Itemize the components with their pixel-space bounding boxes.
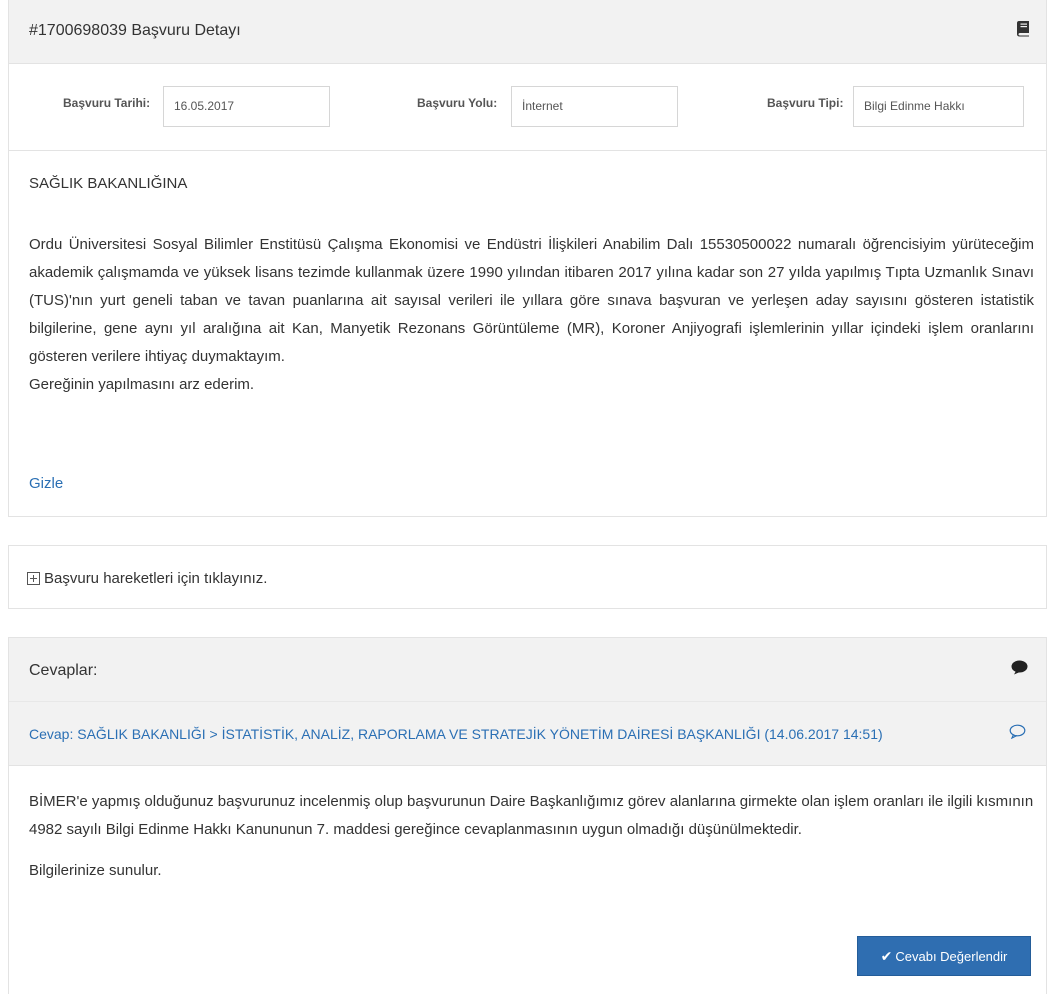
application-text: Ordu Üniversitesi Sosyal Bilimler Enstit… <box>29 231 1034 399</box>
response-content: BİMER'e yapmış olduğunuz başvurunuz ince… <box>9 766 1046 994</box>
application-closing: Gereğinin yapılmasını arz ederim. <box>29 376 255 393</box>
response-closing: Bilgilerinize sunulur. <box>29 862 162 879</box>
application-date-field[interactable]: 16.05.2017 <box>163 86 330 127</box>
movements-label: Başvuru hareketleri için tıklayınız. <box>44 570 268 587</box>
application-type-field[interactable]: Bilgi Edinme Hakkı <box>853 86 1024 127</box>
comment-icon <box>1011 660 1028 675</box>
hide-link[interactable]: Gizle <box>29 475 63 492</box>
application-type-label: Başvuru Tipi: <box>767 96 844 110</box>
application-channel-field[interactable]: İnternet <box>511 86 678 127</box>
book-icon <box>1017 21 1029 37</box>
evaluate-answer-label: Cevabı Değerlendir <box>895 948 1008 964</box>
response-text: BİMER'e yapmış olduğunuz başvurunuz ince… <box>29 793 1034 838</box>
detail-header: #1700698039 Başvuru Detayı <box>9 0 1046 64</box>
movements-toggle[interactable]: Başvuru hareketleri için tıklayınız. <box>27 570 267 587</box>
response-link[interactable]: Cevap: SAĞLIK BAKANLIĞI > İSTATİSTİK, AN… <box>29 726 883 742</box>
movements-panel: Başvuru hareketleri için tıklayınız. <box>8 545 1047 609</box>
application-date-label: Başvuru Tarihi: <box>63 96 151 110</box>
evaluate-answer-button[interactable]: ✔ Cevabı Değerlendir <box>857 936 1031 976</box>
application-paragraph: Ordu Üniversitesi Sosyal Bilimler Enstit… <box>29 236 1034 365</box>
addressee: SAĞLIK BAKANLIĞINA <box>29 175 188 192</box>
check-icon: ✔ <box>880 947 893 964</box>
response-header: Cevap: SAĞLIK BAKANLIĞI > İSTATİSTİK, AN… <box>9 702 1046 766</box>
detail-title: #1700698039 Başvuru Detayı <box>29 22 241 39</box>
application-channel-label: Başvuru Yolu: <box>417 96 498 110</box>
answers-title: Cevaplar: <box>29 662 98 679</box>
answers-header: Cevaplar: <box>9 638 1046 702</box>
comment-outline-icon[interactable] <box>1009 724 1026 739</box>
expand-plus-icon[interactable] <box>27 572 40 585</box>
answers-panel: Cevaplar: Cevap: SAĞLIK BAKANLIĞI > İSTA… <box>8 637 1047 994</box>
application-detail-panel: #1700698039 Başvuru Detayı Başvuru Tarih… <box>8 0 1047 517</box>
detail-meta-row: Başvuru Tarihi: 16.05.2017 Başvuru Yolu:… <box>9 64 1046 151</box>
